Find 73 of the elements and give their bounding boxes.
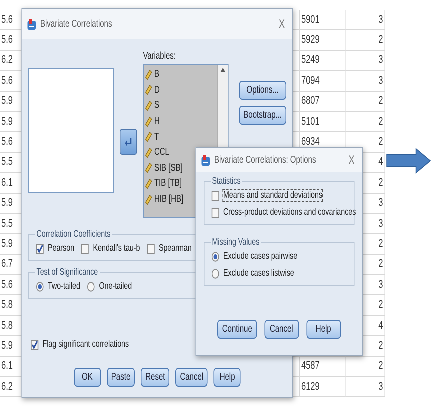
close-button[interactable]: X [279, 17, 285, 31]
dialog-button[interactable]: Bootstrap... [239, 106, 286, 125]
checkbox-label[interactable]: Pearson [48, 243, 75, 254]
grid-cell: 3 [346, 377, 386, 398]
move-button[interactable] [120, 129, 138, 155]
dialog-button[interactable]: Help [306, 320, 341, 339]
group-title: Missing Values [211, 237, 261, 248]
grid-cell: 5101 [300, 112, 346, 132]
ruler-icon [145, 178, 152, 189]
grid-cell: 3 [346, 50, 386, 72]
ruler-icon [145, 116, 152, 127]
list-item[interactable]: H [145, 114, 216, 130]
app-icon [27, 18, 37, 30]
list-item[interactable]: T [145, 129, 216, 145]
arrow-icon [386, 148, 432, 174]
app-icon [201, 154, 211, 166]
checkbox[interactable] [35, 244, 45, 254]
ruler-icon [145, 163, 152, 174]
list-item[interactable]: S [145, 98, 216, 114]
grid-cell: 2 [346, 92, 386, 112]
dialog-button[interactable]: Cancel [176, 368, 208, 387]
radio-label[interactable]: Exclude cases listwise [224, 268, 294, 279]
grid-cell: 7094 [300, 71, 346, 92]
grid-cell: 5901 [300, 10, 346, 30]
radio-button[interactable] [210, 268, 220, 278]
source-list[interactable] [28, 68, 114, 193]
ruler-icon [145, 148, 152, 158]
group-title: Test of Significance [36, 267, 100, 278]
radio-label[interactable]: Two-tailed [48, 281, 80, 292]
ruler-icon [145, 70, 152, 80]
checkbox-label[interactable]: Kendall's tau-b [93, 243, 140, 254]
grid-cell: 3 [346, 71, 386, 92]
list-item[interactable]: B [145, 67, 216, 83]
ruler-icon [145, 132, 152, 142]
checkbox[interactable] [210, 208, 220, 218]
grid-cell: 2 [346, 112, 386, 132]
radio-label[interactable]: Exclude cases pairwise [224, 251, 298, 262]
dialog-button[interactable]: Continue [218, 320, 257, 339]
list-item[interactable]: HIB [HB] [145, 192, 216, 208]
dialog-button[interactable]: Help [214, 368, 242, 387]
field-label: Variables: [143, 51, 177, 64]
grid-cell: 6807 [300, 92, 346, 112]
dialog-button[interactable]: Reset [141, 368, 170, 387]
checkbox[interactable] [80, 244, 90, 254]
ruler-icon [145, 85, 152, 96]
grid-cell: 5249 [300, 50, 346, 72]
window-title: Bivariate Correlations [40, 18, 114, 30]
grid-cell: 5929 [300, 30, 346, 51]
dialog-button[interactable]: OK [74, 368, 101, 387]
radio-button[interactable] [86, 282, 96, 292]
dialog-button[interactable]: Paste [106, 368, 136, 387]
close-button[interactable]: X [348, 153, 355, 167]
dialog-button[interactable]: Cancel [264, 320, 299, 339]
up-arrow-icon[interactable] [218, 65, 228, 75]
list-item[interactable]: CCL [145, 144, 216, 161]
list-item[interactable]: D [145, 82, 216, 98]
list-item[interactable]: SIB [SB] [145, 160, 216, 176]
group-title: Correlation Coefficients [36, 229, 112, 240]
ruler-icon [145, 194, 152, 205]
dialog-button[interactable]: Options... [239, 81, 286, 100]
ruler-icon [145, 100, 152, 111]
checkbox-label[interactable]: Spearman [158, 243, 192, 254]
radio-label[interactable]: One-tailed [99, 281, 132, 292]
grid-cell: 6129 [300, 377, 346, 398]
radio-button[interactable] [35, 282, 45, 292]
radio-button[interactable] [210, 252, 220, 262]
checkbox[interactable] [30, 340, 40, 350]
checkbox-label[interactable]: Flag significant correlations [42, 339, 130, 350]
grid-cell: 2 [346, 30, 386, 51]
grid-cell: 3 [346, 10, 386, 30]
checkbox[interactable] [210, 190, 220, 200]
checkbox[interactable] [146, 244, 156, 254]
arrow-icon [124, 137, 132, 147]
